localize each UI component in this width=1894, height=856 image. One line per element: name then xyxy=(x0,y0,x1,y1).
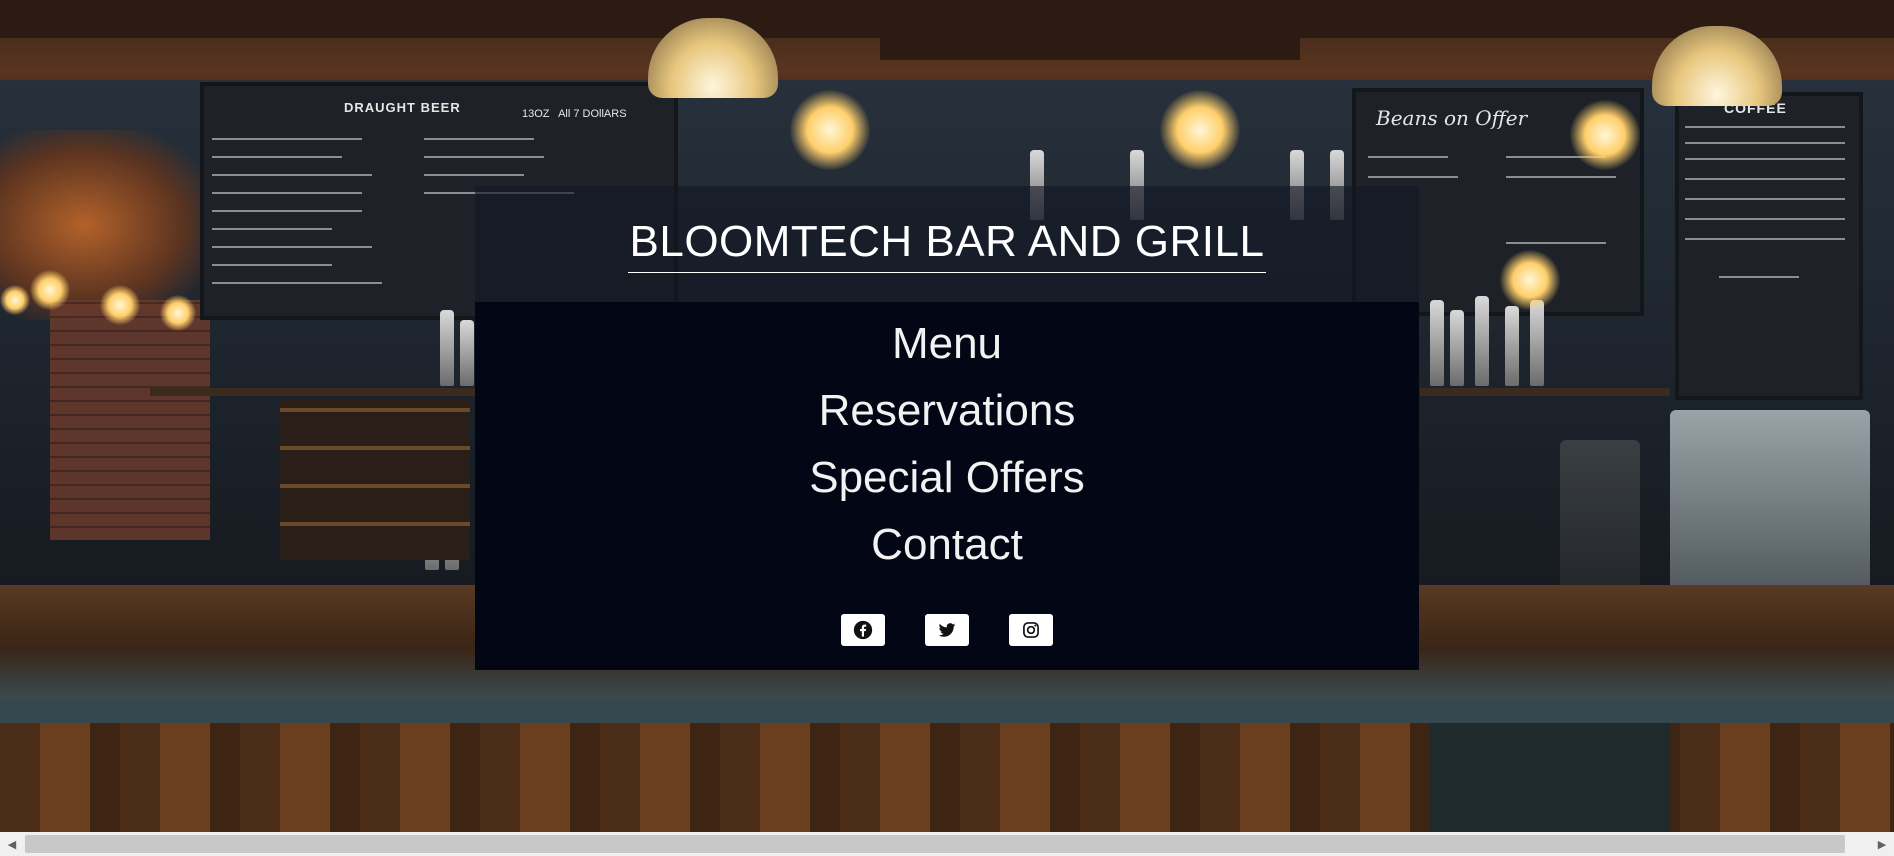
brick-wall xyxy=(50,300,210,540)
chalk-line xyxy=(1685,158,1845,160)
scroll-left-arrow-icon[interactable]: ◀ xyxy=(0,832,24,856)
facebook-button[interactable] xyxy=(841,614,885,646)
page: DRAUGHT BEER 13OZ All 7 DOllARS Beans on… xyxy=(0,0,1894,856)
string-light xyxy=(100,285,140,325)
nav-item: Contact xyxy=(871,511,1023,578)
chalk-line xyxy=(1685,126,1845,128)
nav-list: Menu Reservations Special Offers Contact xyxy=(809,310,1085,578)
chalk-line xyxy=(1368,176,1458,178)
facebook-icon xyxy=(853,620,873,640)
chalk-line xyxy=(1719,276,1799,278)
bar-counter-panel xyxy=(1430,723,1670,833)
wall-lamp xyxy=(1160,90,1240,170)
nav-link-menu[interactable]: Menu xyxy=(892,319,1002,368)
chalk-line xyxy=(424,174,524,176)
wall-lamp xyxy=(1570,100,1640,170)
ceiling-beam xyxy=(880,30,1300,60)
chalk-line xyxy=(1685,198,1845,200)
string-light xyxy=(160,295,196,331)
shelf xyxy=(150,388,480,396)
bottle xyxy=(1530,300,1544,386)
twitter-button[interactable] xyxy=(925,614,969,646)
bottle xyxy=(1505,306,1519,386)
chalk-line xyxy=(212,264,332,266)
chalk-line xyxy=(1368,156,1448,158)
bar-counter-edge xyxy=(0,705,1894,723)
wall-lamp xyxy=(790,90,870,170)
instagram-button[interactable] xyxy=(1009,614,1053,646)
wine-rack xyxy=(280,400,470,560)
nav-item: Special Offers xyxy=(809,444,1085,511)
twitter-icon xyxy=(938,623,956,637)
chalkboard-subheading: 13OZ All 7 DOllARS xyxy=(522,108,627,120)
chalkboard-heading: Beans on Offer xyxy=(1376,106,1528,130)
horizontal-scrollbar[interactable]: ◀ ▶ xyxy=(0,832,1894,856)
bottle xyxy=(1450,310,1464,386)
chalk-line xyxy=(1685,142,1845,144)
chalk-line xyxy=(1506,176,1616,178)
social-links xyxy=(841,614,1053,646)
espresso-machine xyxy=(1670,410,1870,600)
string-light xyxy=(30,270,70,310)
chalk-line xyxy=(212,210,362,212)
chalk-line xyxy=(1506,242,1606,244)
nav-item: Menu xyxy=(892,310,1002,377)
nav-item: Reservations xyxy=(819,377,1076,444)
chalk-line xyxy=(212,156,342,158)
chalkboard-heading: DRAUGHT BEER xyxy=(344,100,461,115)
chalk-line xyxy=(212,138,362,140)
scrollbar-thumb[interactable] xyxy=(25,835,1845,853)
site-header: BLOOMTECH BAR AND GRILL xyxy=(475,186,1419,302)
chalk-line xyxy=(212,282,382,284)
string-light xyxy=(0,285,30,315)
bottle xyxy=(460,320,474,386)
main-nav-panel: Menu Reservations Special Offers Contact xyxy=(475,302,1419,670)
chalk-line xyxy=(1685,178,1845,180)
chalk-line xyxy=(1685,218,1845,220)
chalk-line xyxy=(424,138,534,140)
bottle xyxy=(440,310,454,386)
wall-lamp xyxy=(1500,250,1560,310)
nav-link-reservations[interactable]: Reservations xyxy=(819,386,1076,435)
chalk-line xyxy=(212,228,332,230)
site-title: BLOOMTECH BAR AND GRILL xyxy=(627,220,1267,273)
nav-link-special-offers[interactable]: Special Offers xyxy=(809,453,1085,502)
scroll-right-arrow-icon[interactable]: ▶ xyxy=(1870,832,1894,856)
coffee-chalkboard: COFFEE xyxy=(1675,92,1863,400)
bottle xyxy=(1475,296,1489,386)
instagram-icon xyxy=(1023,622,1039,638)
chalk-line xyxy=(424,156,544,158)
chalk-line xyxy=(212,246,372,248)
chalk-line xyxy=(212,192,362,194)
chalk-line xyxy=(212,174,372,176)
bottle xyxy=(1430,300,1444,386)
chalk-line xyxy=(1685,238,1845,240)
shelf xyxy=(1420,388,1670,396)
nav-link-contact[interactable]: Contact xyxy=(871,520,1023,569)
